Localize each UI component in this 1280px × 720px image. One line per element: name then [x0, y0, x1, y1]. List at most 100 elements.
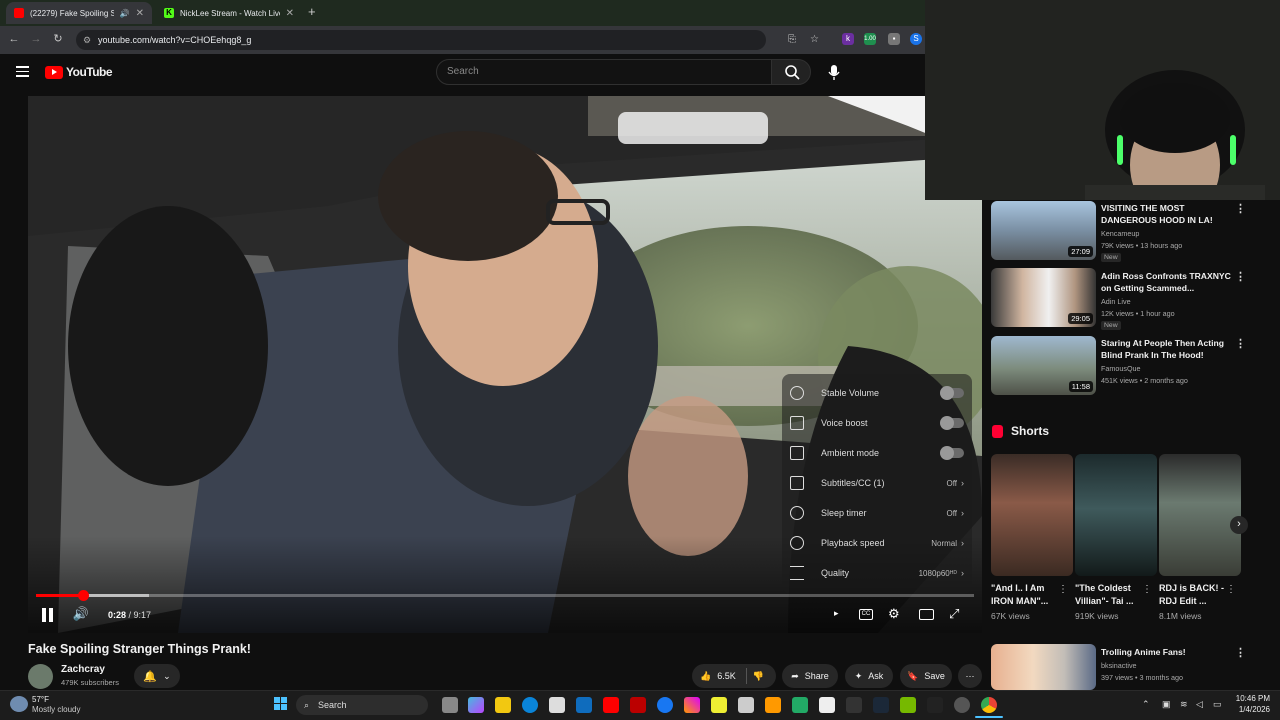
site-info-icon[interactable]: ⚙	[83, 30, 91, 50]
menu-item-voice-boost[interactable]: Voice boost	[790, 409, 964, 437]
menu-item-quality[interactable]: Quality 1080p60 HD ›	[790, 559, 964, 587]
chrome-icon[interactable]	[981, 697, 997, 713]
more-vertical-icon[interactable]: ⋮	[1235, 202, 1246, 215]
tab-youtube[interactable]: (22279) Fake Spoiling Stran 🔊 ✕	[6, 2, 152, 24]
short-thumbnail[interactable]	[1075, 454, 1157, 576]
close-tab-icon[interactable]: ✕	[136, 8, 144, 19]
battery-icon[interactable]: ▭	[1213, 699, 1222, 710]
fullscreen-button[interactable]: ⤢	[949, 606, 959, 622]
speaker-icon[interactable]: ◁	[1196, 699, 1203, 710]
related-video-thumbnail[interactable]	[991, 644, 1096, 690]
nvidia-icon[interactable]	[900, 697, 916, 713]
extension-vpn-icon[interactable]: S	[910, 33, 922, 45]
short-thumbnail[interactable]	[1159, 454, 1241, 576]
search-input[interactable]: Search	[436, 59, 772, 85]
related-video-channel[interactable]: Adin Live	[1101, 296, 1131, 307]
like-button[interactable]: 👍 6.5K	[700, 671, 736, 682]
netflix-icon[interactable]	[630, 697, 646, 713]
extension-k-icon[interactable]: k	[842, 33, 854, 45]
related-video-title[interactable]: Staring At People Then Acting Blind Pran…	[1101, 337, 1231, 361]
install-app-icon[interactable]: ⎘	[788, 30, 796, 50]
youtube-app-icon[interactable]	[603, 697, 619, 713]
ask-button[interactable]: ✦ Ask	[845, 664, 893, 688]
share-button[interactable]: ➦ Share	[782, 664, 838, 688]
short-title[interactable]: RDJ is BACK! - RDJ Edit ...	[1159, 582, 1234, 608]
sidebar-scrollbar[interactable]	[1272, 200, 1280, 690]
amazon-icon[interactable]	[765, 697, 781, 713]
task-view-icon[interactable]	[442, 697, 458, 713]
menu-item-subtitles[interactable]: Subtitles/CC (1) Off ›	[790, 469, 964, 497]
menu-item-ambient-mode[interactable]: Ambient mode	[790, 439, 964, 467]
extension-speed-icon[interactable]: 1.00	[864, 33, 876, 45]
taskbar-clock[interactable]: 10:46 PM 1/4/2026	[1234, 694, 1270, 714]
related-video-thumbnail[interactable]: 29:05	[991, 268, 1096, 327]
store-icon[interactable]	[549, 697, 565, 713]
related-video-thumbnail[interactable]: 27:09	[991, 201, 1096, 260]
theater-mode-button[interactable]	[919, 609, 934, 620]
related-video-title[interactable]: Trolling Anime Fans!	[1101, 646, 1231, 658]
more-vertical-icon[interactable]: ⋮	[1235, 270, 1246, 283]
dislike-button[interactable]: 👎	[753, 671, 764, 682]
more-vertical-icon[interactable]: ⋮	[1142, 584, 1152, 595]
more-vertical-icon[interactable]: ⋮	[1226, 584, 1236, 595]
search-button[interactable]	[771, 59, 811, 85]
menu-item-playback-speed[interactable]: Playback speed Normal ›	[790, 529, 964, 557]
save-button[interactable]: 🔖 Save	[900, 664, 952, 688]
windows-start-icon[interactable]	[274, 697, 288, 711]
related-video-channel[interactable]: bksinactive	[1101, 660, 1137, 671]
tray-app-icon[interactable]: ▣	[1162, 699, 1171, 710]
epic-games-icon[interactable]	[927, 697, 943, 713]
voice-boost-toggle[interactable]	[940, 416, 964, 430]
short-title[interactable]: "The Coldest Villian"- Tai ...	[1075, 582, 1150, 608]
new-tab-plus-icon[interactable]: +	[308, 4, 316, 19]
more-actions-button[interactable]: ⋯	[958, 664, 982, 688]
weather-desc[interactable]: Mostly cloudy	[32, 705, 80, 714]
tray-chevron-up-icon[interactable]: ⌃	[1142, 699, 1150, 710]
wifi-icon[interactable]: ≋	[1180, 699, 1188, 710]
channel-name[interactable]: Zachcray	[61, 664, 105, 675]
scrubber-handle[interactable]	[77, 590, 89, 601]
app-icon[interactable]	[846, 697, 862, 713]
progress-bar[interactable]	[36, 590, 974, 601]
youtube-logo[interactable]: YouTube	[45, 65, 113, 79]
steam-icon[interactable]	[873, 697, 889, 713]
url-field[interactable]: ⚙ youtube.com/watch?v=CHOEehqg8_g ⎘ ☆	[76, 30, 819, 50]
subscribed-bell-button[interactable]: 🔔 ⌄	[134, 664, 180, 688]
bookmark-star-icon[interactable]: ☆	[810, 30, 819, 50]
taskbar-search-box[interactable]: ⌕ Search	[296, 695, 428, 715]
extension-puzzle-icon[interactable]: ▪	[888, 33, 900, 45]
weather-temp[interactable]: 57°F	[32, 695, 49, 704]
pause-button[interactable]	[42, 608, 54, 622]
related-video-channel[interactable]: Kencameup	[1101, 228, 1139, 239]
related-video-title[interactable]: Adin Ross Confronts TRAXNYC on Getting S…	[1101, 270, 1231, 294]
related-video-thumbnail[interactable]: 11:58	[991, 336, 1096, 395]
menu-item-stable-volume[interactable]: Stable Volume	[790, 379, 964, 407]
more-vertical-icon[interactable]: ⋮	[1235, 337, 1246, 350]
short-thumbnail[interactable]	[991, 454, 1073, 576]
app-icon[interactable]	[819, 697, 835, 713]
ambient-mode-toggle[interactable]	[940, 446, 964, 460]
copilot-icon[interactable]	[468, 697, 484, 713]
shorts-next-chevron-icon[interactable]: ›	[1230, 516, 1248, 534]
forward-arrow-icon[interactable]: →	[25, 33, 47, 45]
channel-avatar[interactable]	[28, 664, 53, 689]
voice-search-mic-icon[interactable]	[824, 62, 844, 82]
edge-icon[interactable]	[522, 697, 538, 713]
weather-cloud-icon[interactable]	[10, 696, 28, 712]
app-icon[interactable]	[954, 697, 970, 713]
menu-item-sleep-timer[interactable]: Sleep timer Off ›	[790, 499, 964, 527]
instagram-icon[interactable]	[684, 697, 700, 713]
more-vertical-icon[interactable]: ⋮	[1235, 646, 1246, 659]
spotify-like-icon[interactable]	[711, 697, 727, 713]
autoplay-toggle[interactable]: ▸	[834, 608, 839, 619]
hamburger-menu-icon[interactable]	[16, 66, 29, 77]
facebook-icon[interactable]	[657, 697, 673, 713]
settings-button[interactable]: ⚙	[888, 606, 900, 622]
tab-nicklee[interactable]: K NickLee Stream - Watch Live o ✕	[156, 2, 302, 24]
close-tab-icon[interactable]: ✕	[286, 8, 294, 19]
more-vertical-icon[interactable]: ⋮	[1058, 584, 1068, 595]
short-title[interactable]: "And I.. I Am IRON MAN"...	[991, 582, 1066, 608]
stable-volume-toggle[interactable]	[940, 386, 964, 400]
subtitles-button[interactable]: CC	[859, 609, 873, 620]
related-video-title[interactable]: VISITING THE MOST DANGEROUS HOOD IN LA!	[1101, 202, 1231, 226]
